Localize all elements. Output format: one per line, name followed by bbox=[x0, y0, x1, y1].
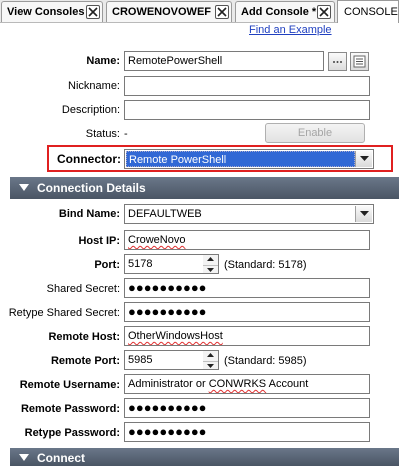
connector-label: Connector: bbox=[57, 152, 121, 166]
remote-port-standard-hint: (Standard: 5985) bbox=[224, 355, 307, 367]
tab-bar: View Consoles CROWENOVOWEF Add Console *… bbox=[0, 0, 399, 23]
arrow-up-icon bbox=[207, 353, 214, 357]
bind-name-label: Bind Name: bbox=[58, 208, 120, 220]
stepper-up[interactable] bbox=[203, 353, 218, 362]
stepper-down[interactable] bbox=[203, 364, 218, 368]
close-icon[interactable] bbox=[86, 5, 100, 19]
retype-password-label: Retype Password: bbox=[24, 427, 120, 439]
name-input[interactable]: RemotePowerShell bbox=[124, 51, 324, 71]
enable-button[interactable]: Enable bbox=[265, 123, 365, 143]
connector-select[interactable]: Remote PowerShell bbox=[124, 149, 374, 169]
shared-secret-input[interactable]: ●●●●●●●●●● bbox=[124, 278, 370, 298]
remote-host-input[interactable]: OtherWindowsHost bbox=[124, 326, 370, 346]
tab-label: CONSOLES bbox=[344, 6, 398, 18]
remote-port-label: Remote Port: bbox=[50, 355, 120, 367]
remote-username-word: CONWRKS bbox=[208, 378, 267, 390]
connect-header[interactable]: Connect bbox=[10, 448, 399, 466]
tab-label: View Consoles bbox=[7, 6, 85, 18]
arrow-up-icon bbox=[207, 257, 214, 261]
list-button[interactable] bbox=[350, 52, 369, 71]
more-options-button[interactable] bbox=[328, 52, 347, 71]
arrow-down-icon bbox=[207, 364, 214, 368]
tab-view-consoles[interactable]: View Consoles bbox=[1, 1, 103, 22]
description-label: Description: bbox=[61, 104, 120, 116]
connector-selected-value: Remote PowerShell bbox=[126, 151, 355, 167]
tab-add-console[interactable]: Add Console * bbox=[235, 1, 335, 22]
tab-label: Add Console * bbox=[241, 6, 317, 18]
status-label: Status: bbox=[85, 128, 120, 140]
nickname-label: Nickname: bbox=[68, 80, 120, 92]
find-example-link[interactable]: Find an Example bbox=[249, 24, 332, 36]
host-ip-label: Host IP: bbox=[78, 235, 120, 247]
dropdown-button[interactable] bbox=[355, 151, 372, 167]
remote-port-stepper[interactable] bbox=[203, 350, 219, 370]
stepper-down[interactable] bbox=[203, 268, 218, 272]
nickname-input[interactable] bbox=[124, 76, 370, 96]
port-input[interactable]: 5178 bbox=[124, 254, 204, 274]
connection-details-header[interactable]: Connection Details bbox=[10, 177, 399, 199]
list-icon bbox=[353, 55, 366, 68]
close-icon[interactable] bbox=[215, 5, 229, 19]
tab-consoles[interactable]: CONSOLES bbox=[337, 0, 399, 23]
remote-password-input[interactable]: ●●●●●●●●●● bbox=[124, 398, 370, 418]
remote-username-prefix: Administrator or bbox=[128, 378, 209, 390]
collapse-triangle-icon bbox=[19, 454, 29, 461]
remote-username-input[interactable]: Administrator or CONWRKS Account bbox=[124, 374, 370, 394]
dropdown-button[interactable] bbox=[355, 206, 372, 222]
remote-username-label: Remote Username: bbox=[19, 379, 120, 391]
retype-shared-secret-label: Retype Shared Secret: bbox=[8, 307, 120, 319]
collapse-triangle-icon bbox=[19, 184, 29, 191]
remote-host-label: Remote Host: bbox=[48, 331, 120, 343]
remote-password-label: Remote Password: bbox=[20, 403, 120, 415]
remote-port-input[interactable]: 5985 bbox=[124, 350, 204, 370]
stepper-up[interactable] bbox=[203, 257, 218, 266]
retype-password-input[interactable]: ●●●●●●●●●● bbox=[124, 422, 370, 442]
shared-secret-label: Shared Secret: bbox=[46, 283, 120, 295]
section-title: Connection Details bbox=[37, 181, 146, 195]
chevron-down-icon bbox=[359, 211, 369, 216]
chevron-down-icon bbox=[359, 156, 369, 161]
tab-crowenovowef[interactable]: CROWENOVOWEF bbox=[106, 1, 232, 22]
arrow-down-icon bbox=[207, 268, 214, 272]
port-standard-hint: (Standard: 5178) bbox=[224, 259, 307, 271]
port-stepper[interactable] bbox=[203, 254, 219, 274]
close-icon[interactable] bbox=[317, 5, 331, 19]
ellipsis-icon bbox=[333, 61, 342, 63]
bind-name-select[interactable]: DEFAULTWEB bbox=[124, 204, 374, 224]
name-label: Name: bbox=[86, 55, 120, 67]
description-input[interactable] bbox=[124, 100, 370, 120]
remote-host-value: OtherWindowsHost bbox=[128, 330, 223, 342]
remote-username-suffix: Account bbox=[266, 378, 309, 390]
port-label: Port: bbox=[94, 259, 120, 271]
section-title: Connect bbox=[37, 451, 85, 465]
host-ip-input[interactable]: CroweNovo bbox=[124, 230, 370, 250]
retype-shared-secret-input[interactable]: ●●●●●●●●●● bbox=[124, 302, 370, 322]
tab-label: CROWENOVOWEF bbox=[112, 6, 211, 18]
host-ip-value: CroweNovo bbox=[128, 234, 186, 246]
status-value: - bbox=[124, 128, 128, 140]
bind-name-value: DEFAULTWEB bbox=[128, 208, 202, 220]
